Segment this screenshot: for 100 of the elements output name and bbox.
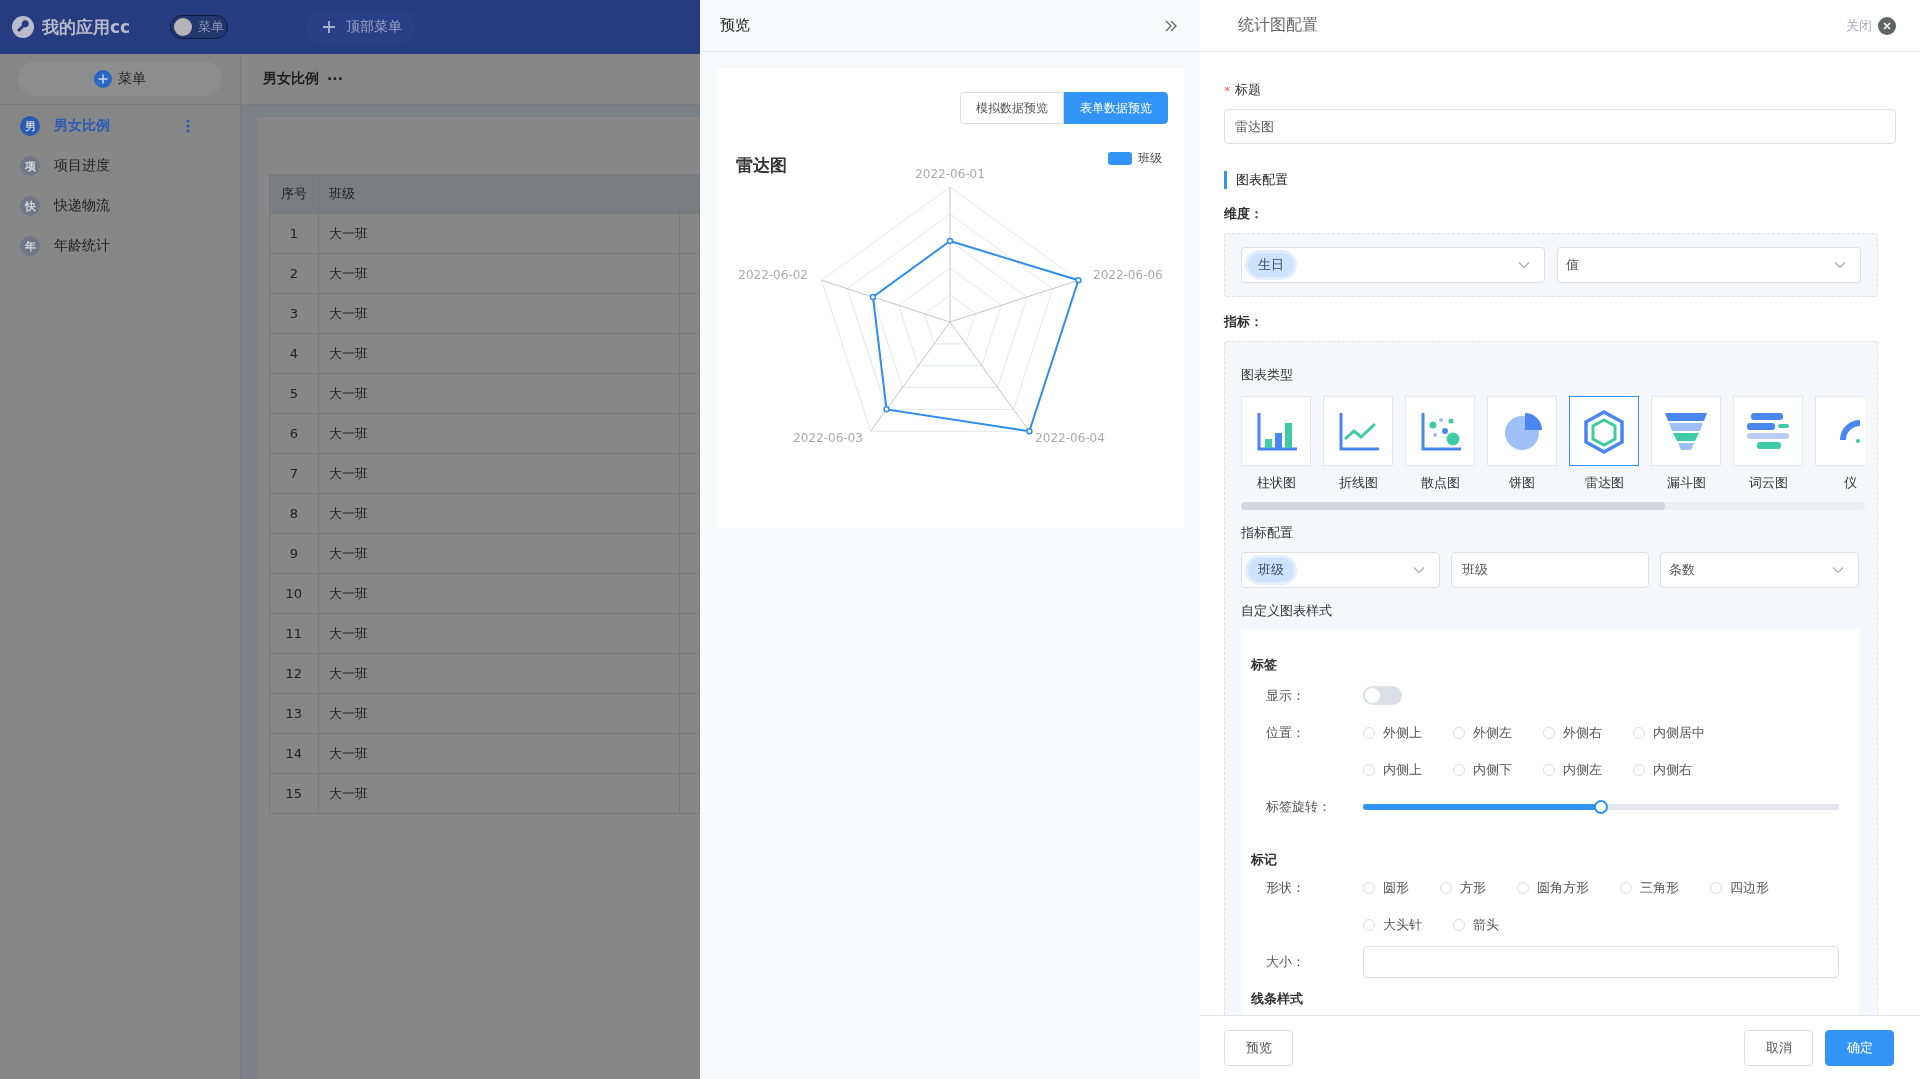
chart-type-label: 折线图	[1338, 474, 1378, 492]
table-cell: 6	[269, 413, 319, 454]
close-icon	[1878, 16, 1896, 35]
avatar: 年	[20, 236, 40, 256]
more-button[interactable]: ···	[327, 71, 343, 87]
field-label: 自定义图表样式	[1241, 602, 1333, 620]
axis-label: 2022-06-02	[738, 268, 808, 282]
group-title: 标签	[1251, 656, 1278, 674]
chevron-down-icon	[1834, 261, 1846, 269]
select-field[interactable]: 条数	[1660, 552, 1859, 588]
table-cell: 15	[269, 773, 319, 814]
field-label: 指标：	[1224, 313, 1264, 331]
select-field[interactable]: 班级	[1241, 552, 1440, 588]
cancel-button[interactable]: 取消	[1744, 1029, 1813, 1066]
gauge-chart-icon	[1839, 418, 1861, 444]
radio-option[interactable]: 内侧右	[1633, 760, 1692, 779]
sidebar-item[interactable]: 项 项目进度	[0, 146, 240, 186]
chart-type-label: 饼图	[1509, 474, 1535, 492]
chart-type-card[interactable]	[1569, 396, 1639, 466]
table-cell: 10	[269, 573, 319, 614]
scrollbar-thumb[interactable]	[1241, 502, 1666, 510]
radio-option[interactable]: 外侧上	[1363, 723, 1422, 742]
avatar: 项	[20, 156, 40, 176]
table-cell: 1	[269, 213, 319, 254]
radio-option[interactable]: 内侧居中	[1633, 723, 1705, 742]
chart-type-label: 散点图	[1420, 474, 1460, 492]
top-menu-button[interactable]: 顶部菜单	[306, 10, 416, 44]
radio-option[interactable]: 外侧右	[1543, 723, 1602, 742]
table-cell: 9	[269, 533, 319, 574]
select-field[interactable]: 值	[1557, 247, 1861, 283]
size-input[interactable]	[1363, 945, 1839, 978]
table-cell: 2	[269, 253, 319, 294]
radio-option[interactable]: 内侧上	[1363, 760, 1422, 779]
radio-option[interactable]: 圆角方形	[1517, 878, 1589, 897]
column-header: 班级	[318, 174, 680, 214]
sidebar-item[interactable]: 年 年龄统计	[0, 226, 240, 266]
field-label: 大小：	[1265, 952, 1306, 971]
preview-mode-tab[interactable]: 模拟数据预览	[960, 92, 1064, 124]
alias-input[interactable]: 班级	[1450, 552, 1650, 588]
chart-type-label: 漏斗图	[1666, 474, 1706, 492]
chart-type-label: 柱状图	[1256, 474, 1296, 492]
table-cell: 5	[269, 373, 319, 414]
chevron-down-icon	[1832, 566, 1844, 574]
table-cell: 12	[269, 653, 319, 694]
group-title: 标记	[1251, 851, 1278, 869]
toggle-switch[interactable]	[1363, 686, 1402, 705]
plus-circle-icon	[94, 70, 112, 88]
radio-option[interactable]: 圆形	[1363, 878, 1409, 897]
field-label: 形状：	[1265, 878, 1306, 897]
chart-title: 雷达图	[736, 154, 787, 177]
table-cell: 14	[269, 733, 319, 774]
selected-tag: 班级	[1248, 558, 1294, 582]
select-field[interactable]: 生日	[1241, 247, 1545, 283]
field-label: 标题	[1234, 81, 1261, 99]
chevron-down-icon	[1518, 261, 1530, 269]
wrench-icon	[12, 16, 34, 38]
table-cell: 11	[269, 613, 319, 654]
table-cell: 3	[269, 293, 319, 334]
panel-title: 预览	[720, 16, 750, 35]
radio-option[interactable]: 三角形	[1620, 878, 1679, 897]
app-title: 我的应用cc	[42, 15, 132, 39]
radio-option[interactable]: 箭头	[1453, 915, 1499, 934]
table-cell: 7	[269, 453, 319, 494]
radio-option[interactable]: 外侧左	[1453, 723, 1512, 742]
page-title: 男女比例	[263, 70, 319, 88]
chart-type-label: 雷达图	[1584, 474, 1624, 492]
required-mark: *	[1224, 82, 1231, 98]
column-header: 序号	[269, 174, 319, 214]
table-cell: 4	[269, 333, 319, 374]
group-title: 线条样式	[1251, 990, 1304, 1008]
radio-option[interactable]: 方形	[1440, 878, 1486, 897]
menu-switch[interactable]: 菜单	[170, 15, 228, 39]
axis-label: 2022-06-03	[793, 431, 863, 445]
add-menu-button[interactable]: 菜单	[18, 62, 222, 96]
field-label: 指标配置	[1241, 524, 1294, 542]
sidebar-item[interactable]: 快 快递物流	[0, 186, 240, 226]
more-vertical-icon	[186, 119, 190, 133]
chart-type-label: 词云图	[1748, 474, 1788, 492]
chevron-down-icon	[1412, 566, 1425, 574]
table-cell: 8	[269, 493, 319, 534]
plus-icon	[322, 20, 336, 34]
radio-option[interactable]: 内侧下	[1453, 760, 1512, 779]
chart-type-label: 仪	[1843, 474, 1857, 492]
title-input[interactable]: 雷达图	[1224, 109, 1896, 144]
panel-title: 统计图配置	[1238, 15, 1319, 36]
avatar: 男	[20, 116, 40, 136]
radio-option[interactable]: 大头针	[1363, 915, 1422, 934]
slider-thumb[interactable]	[1594, 799, 1608, 814]
axis-label: 2022-06-06	[1093, 268, 1163, 282]
radio-option[interactable]: 内侧左	[1543, 760, 1602, 779]
field-label: 位置：	[1265, 723, 1306, 742]
preview-button[interactable]: 预览	[1224, 1029, 1293, 1066]
table-cell: 13	[269, 693, 319, 734]
field-label: 标签旋转：	[1265, 797, 1332, 816]
radio-option[interactable]: 四边形	[1710, 878, 1769, 897]
sidebar-item[interactable]: 男 男女比例	[0, 106, 240, 146]
axis-label: 2022-06-04	[1035, 431, 1105, 445]
section-title: 图表配置	[1224, 171, 1896, 189]
horizontal-scrollbar[interactable]	[1241, 502, 1865, 510]
legend-item: 班级	[1108, 150, 1162, 167]
